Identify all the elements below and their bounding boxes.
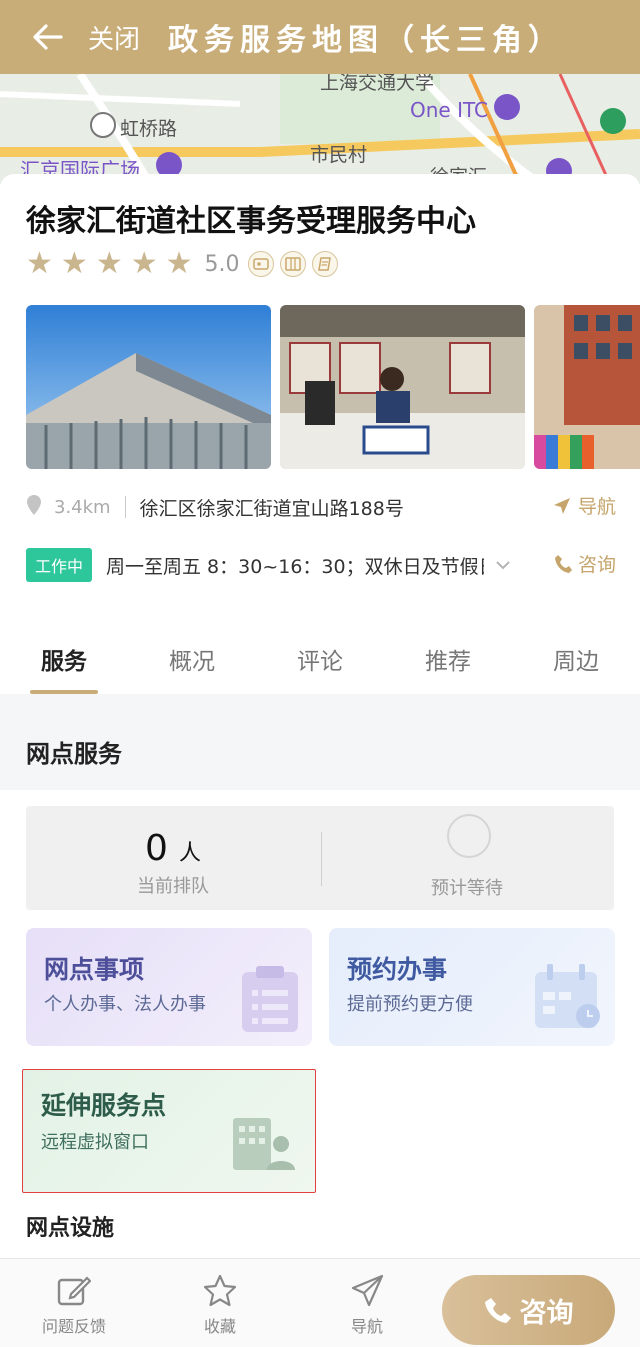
title-bar: 关闭 政务服务地图（长三角） [0, 0, 640, 74]
location-pin-icon [26, 494, 42, 520]
address-text: 徐汇区徐家汇街道宜山路188号 [139, 497, 404, 520]
service-hall-photo[interactable] [280, 305, 525, 469]
star-icon: ★ [60, 246, 88, 281]
map-label-sjtu: 上海交通大学 [320, 74, 435, 94]
tile-title: 网点事项 [44, 955, 145, 984]
queue-number: 0 [144, 828, 168, 869]
queue-panel: 0 人 当前排队 预计等待 [26, 806, 614, 910]
navigate-arrow-icon [553, 497, 570, 514]
navigate-link[interactable]: 导航 [552, 492, 616, 519]
services-panel: 0 人 当前排队 预计等待 网点事项 个人办事、法人办事 预约办事 提前预约更方… [0, 790, 640, 1260]
feedback-label: 问题反馈 [41, 1317, 106, 1336]
facility-title: 网点设施 [26, 1216, 115, 1241]
favorite-button[interactable]: 收藏 [170, 1273, 270, 1337]
star-icon: ★ [130, 246, 158, 281]
id-card-badge-icon [247, 251, 274, 277]
tile-subtitle: 远程虚拟窗口 [41, 1132, 149, 1153]
map-label-village: 市民村 [310, 144, 368, 166]
service-items-tile[interactable]: 网点事项 个人办事、法人办事 [26, 928, 312, 1046]
opening-hours: 周一至周五 8：30~16：30；双休日及节假日休息 [106, 555, 484, 578]
document-badge-icon [311, 251, 338, 277]
chevron-down-icon[interactable] [494, 556, 512, 574]
place-card: 徐家汇街道社区事务受理服务中心 ★ ★ ★ ★ ★ 5.0 3.4km 徐汇区徐… [0, 174, 640, 694]
divider [124, 496, 126, 518]
poi-pin-icon [494, 94, 520, 120]
tab-bar: 服务 概况 评论 推荐 周边 [0, 632, 640, 694]
tile-title: 延伸服务点 [41, 1091, 167, 1120]
edit-icon [24, 1273, 124, 1309]
navigate-button[interactable]: 导航 [317, 1273, 417, 1337]
bottom-action-bar: 问题反馈 收藏 导航 咨询 [0, 1258, 640, 1347]
star-icon: ★ [95, 246, 123, 281]
map-label-road: 虹桥路 [120, 118, 178, 140]
wait-label: 预计等待 [431, 878, 503, 899]
appointment-tile[interactable]: 预约办事 提前预约更方便 [329, 928, 615, 1046]
queue-unit: 人 [178, 841, 201, 866]
building-person-icon [229, 1114, 297, 1176]
consult-link-label: 咨询 [577, 554, 616, 576]
back-arrow-icon[interactable] [28, 17, 68, 57]
paper-plane-icon [317, 1273, 417, 1309]
photo-gallery[interactable] [26, 305, 640, 469]
phone-icon [554, 554, 572, 573]
rating-score: 5.0 [204, 251, 240, 277]
map-view[interactable]: 上海交通大学 One ITC 虹桥路 市民村 汇京国际广场 徐家汇 [0, 74, 640, 184]
star-icon: ★ [165, 246, 193, 281]
place-name: 徐家汇街道社区事务受理服务中心 [26, 204, 476, 239]
queue-count: 0 人 [26, 828, 320, 869]
tab-nearby[interactable]: 周边 [512, 632, 640, 694]
road-sign-icon [90, 112, 116, 138]
poi-pin-icon [600, 108, 626, 134]
consult-link[interactable]: 咨询 [554, 550, 616, 577]
rating: ★ ★ ★ ★ ★ 5.0 [26, 248, 344, 280]
tab-recommend[interactable]: 推荐 [384, 632, 512, 694]
tile-title: 预约办事 [347, 955, 448, 984]
building-photo[interactable] [26, 305, 271, 469]
address-row: 3.4km 徐汇区徐家汇街道宜山路188号 导航 [26, 490, 616, 524]
map-label-itc: One ITC [410, 98, 488, 122]
calendar-icon [533, 964, 603, 1034]
favorite-label: 收藏 [203, 1317, 236, 1336]
tile-subtitle: 个人办事、法人办事 [44, 994, 206, 1015]
tab-services[interactable]: 服务 [0, 632, 128, 694]
wait-clock-icon [447, 814, 491, 858]
clipboard-icon [240, 964, 300, 1038]
close-button[interactable]: 关闭 [88, 19, 140, 56]
section-title: 网点服务 [26, 740, 122, 768]
tab-reviews[interactable]: 评论 [256, 632, 384, 694]
phone-icon [484, 1298, 511, 1323]
hours-row: 工作中 周一至周五 8：30~16：30；双休日及节假日休息 咨询 [26, 548, 616, 582]
feedback-button[interactable]: 问题反馈 [24, 1273, 124, 1337]
extended-service-tile[interactable]: 延伸服务点 远程虚拟窗口 [22, 1069, 316, 1193]
consult-button-label: 咨询 [519, 1297, 574, 1329]
navigate-label: 导航 [350, 1317, 383, 1336]
consult-button[interactable]: 咨询 [442, 1275, 615, 1345]
tile-subtitle: 提前预约更方便 [347, 994, 473, 1015]
page-title: 政务服务地图（长三角） [168, 23, 565, 58]
tab-overview[interactable]: 概况 [128, 632, 256, 694]
queue-label: 当前排队 [137, 876, 209, 897]
exterior-photo[interactable] [534, 305, 640, 469]
star-outline-icon [170, 1273, 270, 1309]
star-icon: ★ [26, 246, 53, 281]
distance-text: 3.4km [54, 496, 111, 518]
navigate-link-label: 导航 [577, 496, 616, 518]
status-badge: 工作中 [26, 548, 93, 582]
window-badge-icon [279, 251, 306, 277]
